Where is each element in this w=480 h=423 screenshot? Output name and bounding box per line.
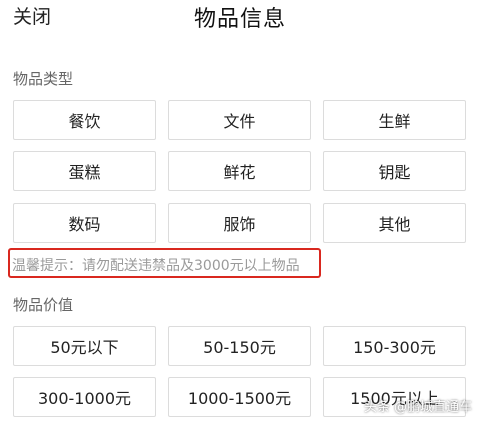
item-value-option-300-1000[interactable]: 300-1000元 — [13, 377, 156, 417]
item-value-option-50-150[interactable]: 50-150元 — [168, 326, 311, 366]
warning-tip-text: 温馨提示：请勿配送违禁品及3000元以上物品 — [12, 258, 300, 274]
item-value-option-under-50[interactable]: 50元以下 — [13, 326, 156, 366]
item-type-option-catering[interactable]: 餐饮 — [13, 100, 156, 140]
item-type-option-other[interactable]: 其他 — [323, 203, 466, 243]
item-value-label: 物品价值 — [13, 296, 74, 314]
item-type-option-cake[interactable]: 蛋糕 — [13, 151, 156, 191]
item-value-option-1000-1500[interactable]: 1000-1500元 — [168, 377, 311, 417]
item-type-label: 物品类型 — [13, 70, 74, 88]
item-type-option-clothing[interactable]: 服饰 — [168, 203, 311, 243]
item-type-option-flowers[interactable]: 鲜花 — [168, 151, 311, 191]
watermark-text: 头条 @鹏城直通车 — [363, 400, 472, 415]
item-type-option-digital[interactable]: 数码 — [13, 203, 156, 243]
item-type-option-documents[interactable]: 文件 — [168, 100, 311, 140]
item-value-option-150-300[interactable]: 150-300元 — [323, 326, 466, 366]
page-title: 物品信息 — [193, 7, 286, 32]
item-type-option-fresh[interactable]: 生鲜 — [323, 100, 466, 140]
item-type-option-keys[interactable]: 钥匙 — [323, 151, 466, 191]
warning-tip-highlight: 温馨提示：请勿配送违禁品及3000元以上物品 — [8, 248, 321, 278]
header: 关闭 物品信息 — [0, 0, 480, 36]
